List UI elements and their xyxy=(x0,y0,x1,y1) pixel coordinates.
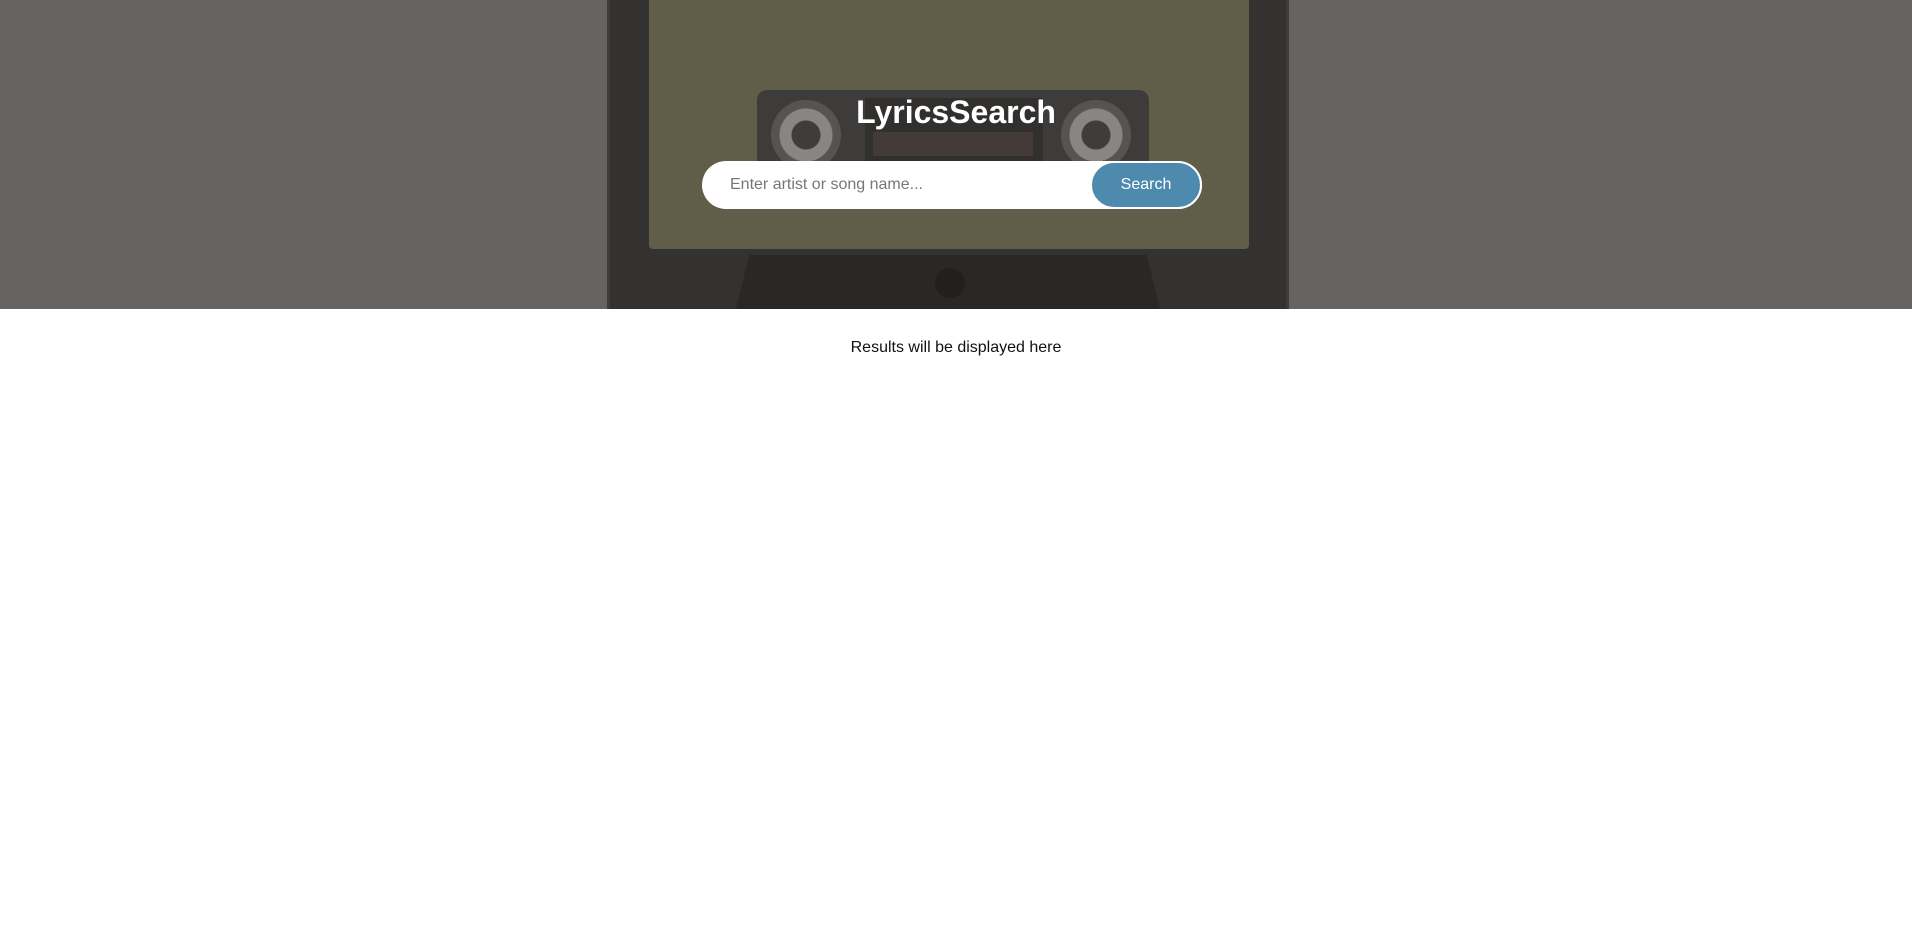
app-title: LyricsSearch xyxy=(856,94,1056,130)
search-button[interactable]: Search xyxy=(1090,161,1202,209)
search-form: Search xyxy=(702,161,1202,209)
search-input[interactable] xyxy=(730,161,1080,209)
results-placeholder: Results will be displayed here xyxy=(850,339,1062,356)
hero-header: LyricsSearch Search xyxy=(0,0,1912,309)
hero-content: LyricsSearch Search xyxy=(0,0,1912,309)
